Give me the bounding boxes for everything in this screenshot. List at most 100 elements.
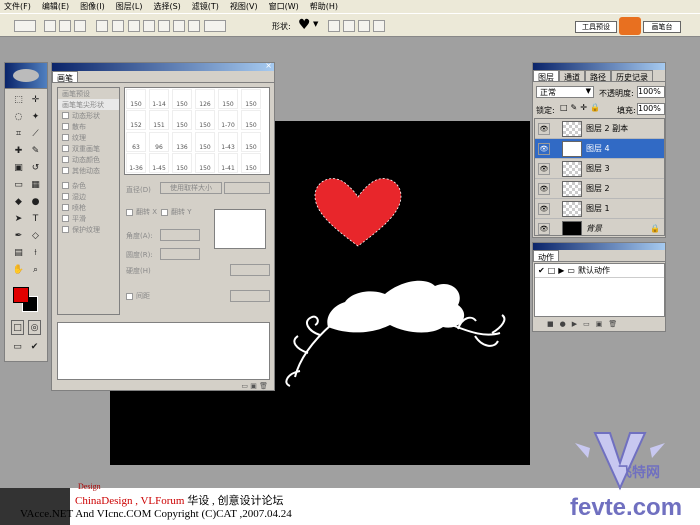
- dodge-icon[interactable]: ●: [28, 194, 43, 209]
- tab-history[interactable]: 历史记录: [611, 70, 653, 82]
- spacing-field[interactable]: [230, 290, 270, 302]
- tool-presets-tab[interactable]: 工具预设: [575, 21, 617, 33]
- check-icon[interactable]: ✔: [538, 266, 545, 275]
- history-brush-icon[interactable]: ↺: [28, 160, 43, 175]
- menu-filter[interactable]: 滤镜(T): [192, 1, 219, 12]
- menu-layer[interactable]: 图层(L): [116, 1, 143, 12]
- brush-tip[interactable]: 136: [172, 131, 192, 152]
- menu-edit[interactable]: 编辑(E): [42, 1, 69, 12]
- healing-icon[interactable]: ✚: [11, 143, 26, 158]
- checkbox[interactable]: [62, 123, 69, 130]
- spacing-checkbox[interactable]: [126, 292, 133, 300]
- panel-footer-icons[interactable]: ▭ ▣ 🗑: [232, 382, 268, 390]
- opacity-field[interactable]: 100%: [637, 86, 665, 98]
- brush-tip[interactable]: 1-45: [149, 152, 169, 173]
- brush-option[interactable]: 纹理: [58, 132, 119, 143]
- checkbox[interactable]: [62, 215, 69, 222]
- tab-actions[interactable]: 动作: [533, 250, 559, 262]
- freeform-pen-icon[interactable]: [112, 20, 124, 32]
- path-select-icon[interactable]: ➤: [11, 211, 26, 226]
- brush-tip[interactable]: 96: [149, 131, 169, 152]
- checkbox[interactable]: [62, 182, 69, 189]
- rectangle-icon[interactable]: [128, 20, 140, 32]
- checkbox[interactable]: [62, 193, 69, 200]
- shape-layers-button[interactable]: [44, 20, 56, 32]
- move-icon[interactable]: ✛: [28, 92, 43, 107]
- hardness-field[interactable]: [230, 264, 270, 276]
- brush-tip[interactable]: 1-70: [218, 110, 238, 131]
- layer-row[interactable]: 👁 图层 3: [535, 159, 664, 179]
- brush-tip[interactable]: 1-14: [149, 89, 169, 109]
- brush-tip[interactable]: 150: [241, 89, 261, 109]
- brush-tip[interactable]: 150: [241, 110, 261, 131]
- checkbox[interactable]: [62, 134, 69, 141]
- rounded-rect-icon[interactable]: [143, 20, 155, 32]
- action-buttons[interactable]: ■●▶▭▣🗑: [547, 320, 657, 330]
- brush-tip[interactable]: 63: [126, 131, 146, 152]
- line-icon[interactable]: [188, 20, 200, 32]
- checkbox[interactable]: [62, 112, 69, 119]
- screen-mode-icon[interactable]: ▭: [11, 339, 24, 354]
- lasso-icon[interactable]: ◌: [11, 109, 26, 124]
- brush-tip[interactable]: 151: [149, 110, 169, 131]
- magic-wand-icon[interactable]: ✦: [28, 109, 43, 124]
- brush-option[interactable]: 画笔笔尖形状: [58, 99, 119, 110]
- menu-image[interactable]: 图像(I): [80, 1, 105, 12]
- lock-icons[interactable]: □✎✛🔒: [560, 103, 614, 115]
- checkbox[interactable]: [62, 167, 69, 174]
- brush-option[interactable]: 其他动态: [58, 165, 119, 176]
- angle-field[interactable]: [160, 229, 200, 241]
- brush-option[interactable]: 动态形状: [58, 110, 119, 121]
- brush-tip[interactable]: 150: [195, 131, 215, 152]
- paths-button[interactable]: [59, 20, 71, 32]
- custom-shape-icon[interactable]: [204, 20, 226, 32]
- layer-row[interactable]: 👁 图层 2: [535, 179, 664, 199]
- gradient-icon[interactable]: ▦: [28, 177, 43, 192]
- brush-tip[interactable]: 150: [241, 131, 261, 152]
- brush-option[interactable]: 散布: [58, 121, 119, 132]
- brush-tip[interactable]: 150: [218, 89, 238, 109]
- pen-icon[interactable]: ✒: [11, 228, 26, 243]
- eye-icon[interactable]: 👁: [538, 222, 550, 235]
- custom-shape-tool-icon[interactable]: ◇: [28, 228, 43, 243]
- tab-channels[interactable]: 通道: [559, 70, 585, 82]
- hand-icon[interactable]: ✋: [11, 262, 26, 277]
- foreground-color-swatch[interactable]: [13, 287, 29, 303]
- tool-preset-picker[interactable]: [14, 20, 36, 32]
- roundness-field[interactable]: [160, 248, 200, 260]
- stamp-icon[interactable]: ▣: [11, 160, 26, 175]
- fevte-url[interactable]: fevte.com: [570, 494, 682, 522]
- brush-option[interactable]: 杂色: [58, 180, 119, 191]
- brush-option[interactable]: 湿边: [58, 191, 119, 202]
- chevron-down-icon[interactable]: ▼: [313, 20, 318, 28]
- flip-y-checkbox[interactable]: [161, 208, 169, 216]
- brush-tip[interactable]: 1-41: [218, 152, 238, 173]
- layer-row-selected[interactable]: 👁 图层 4: [535, 139, 664, 159]
- quickmask-mode-icon[interactable]: ◎: [28, 320, 41, 335]
- checkbox[interactable]: [62, 204, 69, 211]
- brush-tip[interactable]: 150: [126, 89, 146, 109]
- menu-help[interactable]: 帮助(H): [310, 1, 338, 12]
- notes-icon[interactable]: ▤: [11, 245, 26, 260]
- marquee-icon[interactable]: ⬚: [11, 92, 26, 107]
- menu-select[interactable]: 选择(S): [153, 1, 180, 12]
- brush-option[interactable]: 双重画笔: [58, 143, 119, 154]
- brush-tip[interactable]: 150: [172, 89, 192, 109]
- brush-tip[interactable]: 126: [195, 89, 215, 109]
- eye-icon[interactable]: 👁: [538, 122, 550, 135]
- flip-x-checkbox[interactable]: [126, 208, 133, 216]
- tab-brushes[interactable]: 画笔: [52, 71, 78, 83]
- blur-icon[interactable]: ◆: [11, 194, 26, 209]
- brush-tip[interactable]: 1-43: [218, 131, 238, 152]
- brush-icon[interactable]: ✎: [28, 143, 43, 158]
- brush-tip[interactable]: 150: [172, 152, 192, 173]
- slice-icon[interactable]: ⟋: [28, 126, 43, 141]
- eraser-icon[interactable]: ▭: [11, 177, 26, 192]
- brush-option[interactable]: 动态颜色: [58, 154, 119, 165]
- brushes-palette-tab[interactable]: 画笔台: [643, 21, 681, 33]
- blend-mode-select[interactable]: 正常 ▼: [536, 86, 594, 98]
- action-set-row[interactable]: ✔ □ ▶ ▭ 默认动作: [535, 264, 664, 278]
- brush-tip[interactable]: 150: [172, 110, 192, 131]
- use-sample-size-button[interactable]: 使用取样大小: [160, 182, 222, 194]
- brush-option[interactable]: 喷枪: [58, 202, 119, 213]
